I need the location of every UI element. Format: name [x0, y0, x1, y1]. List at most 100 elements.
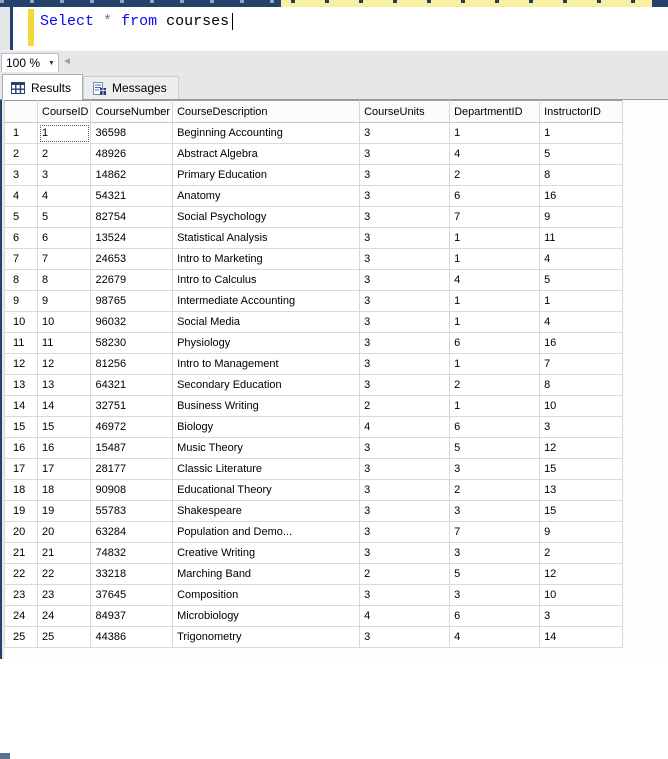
grid-cell[interactable]: 3 — [359, 227, 451, 249]
grid-cell[interactable]: 28177 — [90, 458, 174, 480]
row-header[interactable]: 22 — [4, 563, 38, 585]
grid-cell[interactable]: 13524 — [90, 227, 174, 249]
grid-cell[interactable]: 5 — [539, 143, 624, 165]
grid-cell[interactable]: 36598 — [90, 122, 174, 144]
grid-cell[interactable]: 44386 — [90, 626, 174, 648]
grid-cell[interactable]: 2 — [449, 374, 541, 396]
grid-cell[interactable]: 4 — [539, 311, 624, 333]
grid-cell[interactable]: 2 — [36, 143, 92, 165]
scroll-left-icon[interactable]: ◄ — [62, 55, 72, 69]
grid-cell[interactable]: 20 — [36, 521, 92, 543]
row-header[interactable]: 14 — [4, 395, 38, 417]
row-header[interactable]: 10 — [4, 311, 38, 333]
grid-cell[interactable]: 48926 — [90, 143, 174, 165]
grid-cell[interactable]: 64321 — [90, 374, 174, 396]
grid-cell[interactable]: 7 — [449, 206, 541, 228]
grid-cell[interactable]: 15 — [36, 416, 92, 438]
grid-cell[interactable]: 3 — [359, 374, 451, 396]
grid-cell[interactable]: 22679 — [90, 269, 174, 291]
grid-cell[interactable]: 33218 — [90, 563, 174, 585]
grid-cell[interactable]: 8 — [36, 269, 92, 291]
grid-cell[interactable]: 55783 — [90, 500, 174, 522]
row-header[interactable]: 18 — [4, 479, 38, 501]
grid-cell[interactable]: 3 — [449, 584, 541, 606]
row-header[interactable]: 3 — [4, 164, 38, 186]
grid-cell[interactable]: 24 — [36, 605, 92, 627]
grid-cell[interactable]: 82754 — [90, 206, 174, 228]
grid-cell[interactable]: 1 — [36, 122, 92, 144]
grid-cell[interactable]: 15 — [539, 500, 624, 522]
grid-cell[interactable]: 6 — [449, 332, 541, 354]
grid-cell[interactable]: Trigonometry — [172, 626, 361, 648]
grid-cell[interactable]: 3 — [539, 605, 624, 627]
grid-cell[interactable]: 1 — [449, 311, 541, 333]
grid-cell[interactable]: Statistical Analysis — [172, 227, 361, 249]
grid-cell[interactable]: 3 — [449, 458, 541, 480]
grid-cell[interactable]: 98765 — [90, 290, 174, 312]
grid-cell[interactable]: Creative Writing — [172, 542, 361, 564]
grid-cell[interactable]: 3 — [539, 416, 624, 438]
grid-cell[interactable]: 1 — [449, 290, 541, 312]
active-document-tab[interactable] — [281, 0, 652, 7]
grid-cell[interactable]: 37645 — [90, 584, 174, 606]
grid-cell[interactable]: Marching Band — [172, 563, 361, 585]
grid-cell[interactable]: 3 — [449, 500, 541, 522]
row-header[interactable]: 24 — [4, 605, 38, 627]
grid-cell[interactable]: 1 — [539, 122, 624, 144]
grid-cell[interactable]: Population and Demo... — [172, 521, 361, 543]
grid-cell[interactable]: 14862 — [90, 164, 174, 186]
grid-cell[interactable]: 58230 — [90, 332, 174, 354]
grid-cell[interactable]: 3 — [359, 437, 451, 459]
grid-cell[interactable]: 3 — [359, 164, 451, 186]
grid-cell[interactable]: 4 — [359, 416, 451, 438]
grid-cell[interactable]: Abstract Algebra — [172, 143, 361, 165]
row-header[interactable]: 13 — [4, 374, 38, 396]
grid-cell[interactable]: 4 — [449, 269, 541, 291]
row-header[interactable]: 12 — [4, 353, 38, 375]
grid-cell[interactable]: Intro to Management — [172, 353, 361, 375]
grid-cell[interactable]: 3 — [359, 248, 451, 270]
grid-cell[interactable]: 84937 — [90, 605, 174, 627]
grid-cell[interactable]: 2 — [449, 164, 541, 186]
grid-cell[interactable]: 14 — [36, 395, 92, 417]
grid-cell[interactable]: 13 — [36, 374, 92, 396]
row-header[interactable]: 8 — [4, 269, 38, 291]
grid-cell[interactable]: 1 — [449, 122, 541, 144]
grid-cell[interactable]: Microbiology — [172, 605, 361, 627]
grid-cell[interactable]: 81256 — [90, 353, 174, 375]
grid-cell[interactable]: 24653 — [90, 248, 174, 270]
grid-cell[interactable]: 3 — [359, 290, 451, 312]
grid-cell[interactable]: 3 — [359, 185, 451, 207]
grid-cell[interactable]: 18 — [36, 479, 92, 501]
grid-cell[interactable]: 12 — [36, 353, 92, 375]
grid-cell[interactable]: 15 — [539, 458, 624, 480]
row-header[interactable]: 19 — [4, 500, 38, 522]
column-header[interactable]: CourseDescription — [172, 100, 361, 123]
grid-cell[interactable]: Social Psychology — [172, 206, 361, 228]
grid-cell[interactable]: 3 — [359, 143, 451, 165]
row-header[interactable]: 4 — [4, 185, 38, 207]
row-header[interactable]: 25 — [4, 626, 38, 648]
grid-cell[interactable]: 5 — [539, 269, 624, 291]
inactive-document-tabs[interactable] — [0, 0, 281, 7]
grid-cell[interactable]: Classic Literature — [172, 458, 361, 480]
row-header[interactable]: 5 — [4, 206, 38, 228]
grid-cell[interactable]: 5 — [449, 563, 541, 585]
grid-cell[interactable]: 7 — [36, 248, 92, 270]
grid-cell[interactable]: 5 — [36, 206, 92, 228]
grid-cell[interactable]: 6 — [449, 185, 541, 207]
grid-cell[interactable]: 9 — [539, 206, 624, 228]
zoom-level-dropdown[interactable]: 100 % ▼ — [1, 53, 59, 73]
grid-cell[interactable]: 12 — [539, 437, 624, 459]
grid-cell[interactable]: Educational Theory — [172, 479, 361, 501]
grid-cell[interactable]: Beginning Accounting — [172, 122, 361, 144]
grid-cell[interactable]: Intermediate Accounting — [172, 290, 361, 312]
row-header[interactable]: 11 — [4, 332, 38, 354]
grid-cell[interactable]: 3 — [359, 584, 451, 606]
grid-cell[interactable]: 15487 — [90, 437, 174, 459]
grid-cell[interactable]: 2 — [359, 395, 451, 417]
grid-cell[interactable]: 2 — [539, 542, 624, 564]
grid-cell[interactable]: 74832 — [90, 542, 174, 564]
row-header[interactable]: 9 — [4, 290, 38, 312]
grid-cell[interactable]: 3 — [359, 542, 451, 564]
